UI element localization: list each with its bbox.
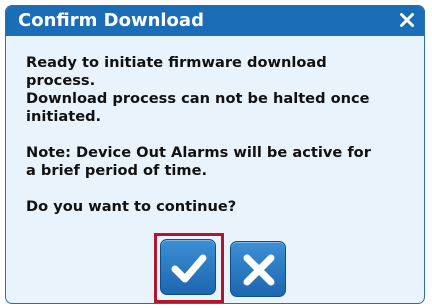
dialog-message: Ready to initiate firmware download proc… bbox=[26, 54, 418, 216]
message-line: Ready to initiate firmware download bbox=[26, 54, 327, 71]
message-line: Download process can not be halted once bbox=[26, 90, 370, 107]
continue-question: Do you want to continue? bbox=[26, 198, 237, 215]
note-line: Note: Device Out Alarms will be active f… bbox=[26, 144, 371, 161]
message-line: process. bbox=[26, 72, 96, 89]
message-line: initiated. bbox=[26, 108, 102, 125]
close-icon[interactable] bbox=[399, 12, 415, 28]
x-icon bbox=[243, 254, 275, 286]
confirm-download-dialog: Confirm Download Ready to initiate firmw… bbox=[5, 5, 425, 304]
note-line: a brief period of time. bbox=[26, 162, 208, 179]
dialog-title: Confirm Download bbox=[18, 10, 204, 31]
cancel-button[interactable] bbox=[230, 241, 286, 297]
dialog-buttons bbox=[154, 233, 294, 303]
confirm-button[interactable] bbox=[160, 239, 216, 295]
dialog-titlebar: Confirm Download bbox=[6, 6, 424, 36]
checkmark-icon bbox=[171, 254, 207, 283]
